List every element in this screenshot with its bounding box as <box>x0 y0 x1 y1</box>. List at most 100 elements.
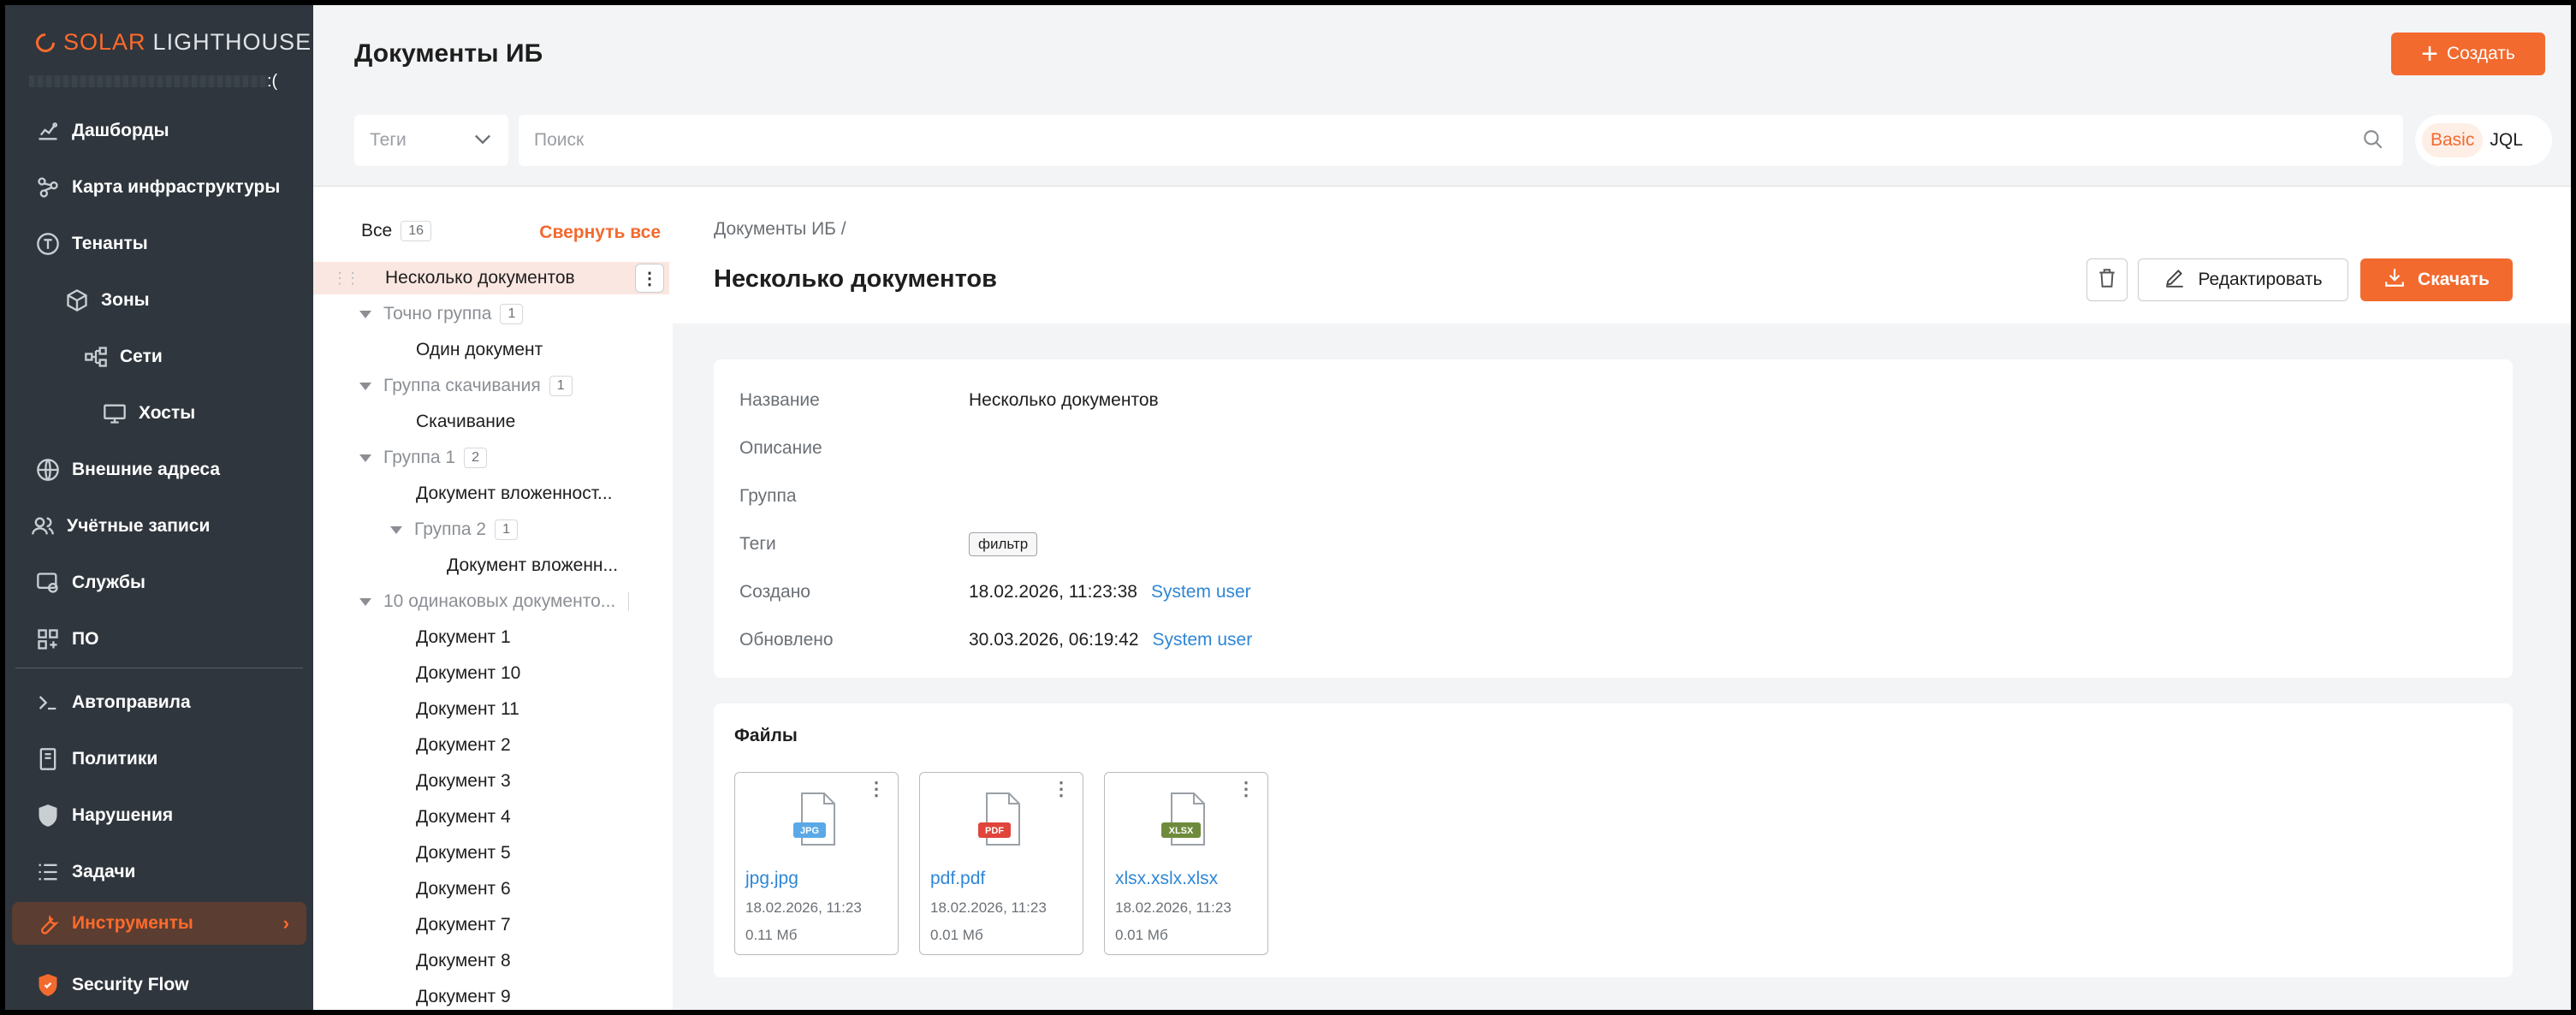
search-input[interactable]: Поиск <box>519 115 2403 166</box>
edit-button[interactable]: Редактировать <box>2138 258 2348 301</box>
sidebar-item-infra-map[interactable]: Карта инфраструктуры <box>5 166 313 209</box>
sidebar-item-networks[interactable]: Сети <box>5 335 313 378</box>
prop-value: 30.03.2026, 06:19:42 <box>969 630 1139 650</box>
caret-down-icon[interactable] <box>390 525 402 534</box>
tree-group[interactable]: Группа 2 1 <box>313 513 673 546</box>
more-icon[interactable]: ⋮ <box>867 780 886 798</box>
sidebar-item-label: Службы <box>72 573 145 592</box>
download-button[interactable]: Скачать <box>2360 258 2513 301</box>
create-button[interactable]: + Создать <box>2391 33 2545 75</box>
sidebar-item-label: Security Flow <box>72 975 189 994</box>
file-name-link[interactable]: jpg.jpg <box>745 869 798 889</box>
prop-created: Создано 18.02.2026, 11:23:38 System user <box>739 575 1251 609</box>
sidebar-item-tools[interactable]: Инструменты › <box>12 902 306 945</box>
logo-lighthouse-text: LIGHTHOUSE <box>152 29 312 55</box>
tree-item[interactable]: Документ вложенност... <box>313 478 673 510</box>
svg-text:PDF: PDF <box>985 826 1004 836</box>
mode-jql-button[interactable]: JQL <box>2483 123 2530 157</box>
tree-all[interactable]: Все 16 <box>361 221 431 241</box>
sidebar-item-tasks[interactable]: Задачи <box>5 851 313 893</box>
collapse-all-button[interactable]: Свернуть все <box>539 223 661 243</box>
tree-all-label: Все <box>361 221 393 240</box>
delete-button[interactable] <box>2086 258 2128 301</box>
caret-down-icon[interactable] <box>359 310 371 318</box>
sidebar-item-accounts[interactable]: Учётные записи <box>5 505 313 548</box>
caret-down-icon[interactable] <box>359 454 371 462</box>
tree-item[interactable]: Один документ <box>313 334 673 366</box>
svg-text:XLSX: XLSX <box>1169 826 1194 836</box>
tree-item[interactable]: Документ 11 <box>313 693 673 726</box>
tree-group[interactable]: 10 одинаковых документо... <box>313 585 673 618</box>
tree-item-label: Документ 1 <box>416 627 511 647</box>
tree-item[interactable]: Документ 10 <box>313 657 673 690</box>
sidebar-item-security-flow[interactable]: Security Flow <box>5 964 313 1006</box>
wrench-icon <box>34 910 62 937</box>
tree-item[interactable]: Документ 3 <box>313 765 673 798</box>
tree-item[interactable]: Скачивание <box>313 406 673 438</box>
tree-item[interactable]: Документ 7 <box>313 909 673 941</box>
drag-handle-icon[interactable]: ⋮⋮ <box>332 270 360 288</box>
tree-item[interactable]: Документ 6 <box>313 873 673 905</box>
file-card[interactable]: ⋮ JPG jpg.jpg 18.02.2026, 11:23 0.11 Мб <box>734 772 899 955</box>
tree-item[interactable]: Документ 9 <box>313 981 673 1010</box>
document-detail: Документы ИБ / Несколько документов Реда… <box>673 187 2571 1010</box>
created-by-link[interactable]: System user <box>1151 582 1251 602</box>
sidebar-item-external-addresses[interactable]: Внешние адреса <box>5 448 313 491</box>
tree-item-label: Несколько документов <box>385 268 575 288</box>
tree-item[interactable]: ⋮⋮ Несколько документов ⋮ <box>313 262 669 294</box>
edit-button-label: Редактировать <box>2198 270 2323 289</box>
logo[interactable]: SOLAR LIGHTHOUSE <box>32 28 312 56</box>
more-icon[interactable]: ⋮ <box>635 264 664 293</box>
mode-basic-button[interactable]: Basic <box>2422 123 2484 157</box>
tree-item-label: Документ 3 <box>416 771 511 791</box>
pencil-icon <box>2163 266 2198 294</box>
sidebar-item-dashboards[interactable]: Дашборды <box>5 110 313 152</box>
file-name-link[interactable]: pdf.pdf <box>930 869 985 889</box>
tree-item[interactable]: Документ 5 <box>313 837 673 870</box>
sidebar-item-hosts[interactable]: Хосты <box>5 392 313 435</box>
xlsx-file-icon: XLSX <box>1161 792 1205 846</box>
sidebar-item-tenants[interactable]: Тенанты <box>5 223 313 265</box>
tree-item[interactable]: Документ 2 <box>313 729 673 762</box>
tags-select[interactable]: Теги <box>354 115 508 166</box>
file-card[interactable]: ⋮ XLSX xlsx.xslx.xlsx 18.02.2026, 11:23 … <box>1104 772 1268 955</box>
caret-down-icon[interactable] <box>359 382 371 390</box>
prop-label: Название <box>739 390 820 410</box>
network-icon <box>82 343 110 371</box>
tree-item[interactable]: Документ 8 <box>313 945 673 977</box>
tree-group[interactable]: Точно группа 1 <box>313 298 673 330</box>
more-icon[interactable]: ⋮ <box>1052 780 1071 798</box>
updated-by-link[interactable]: System user <box>1153 630 1253 650</box>
tag-chip[interactable]: фильтр <box>969 532 1038 556</box>
caret-down-icon[interactable] <box>359 597 371 606</box>
sidebar-item-zones[interactable]: Зоны <box>5 279 313 322</box>
more-icon[interactable]: ⋮ <box>1237 780 1255 798</box>
header: Документы ИБ + Создать Теги Поиск Basic … <box>313 5 2571 187</box>
sidebar-item-label: Автоправила <box>72 692 191 712</box>
search-icon[interactable] <box>2362 128 2384 156</box>
file-size: 0.11 Мб <box>745 927 798 943</box>
tree-group[interactable]: Группа скачивания 1 <box>313 370 673 402</box>
sidebar-item-label: Хосты <box>139 403 196 423</box>
file-card[interactable]: ⋮ PDF pdf.pdf 18.02.2026, 11:23 0.01 Мб <box>919 772 1083 955</box>
sidebar-item-services[interactable]: Службы <box>5 561 313 604</box>
sidebar-item-software[interactable]: ПО <box>5 618 313 661</box>
tree-group-label: 10 одинаковых документо... <box>383 591 616 611</box>
file-name-link[interactable]: xlsx.xslx.xlsx <box>1115 869 1218 889</box>
file-date: 18.02.2026, 11:23 <box>745 899 862 916</box>
tree-item[interactable]: Документ 4 <box>313 801 673 834</box>
files-title: Файлы <box>734 726 798 745</box>
breadcrumb[interactable]: Документы ИБ / <box>714 219 846 240</box>
sidebar-item-policies[interactable]: Политики <box>5 738 313 781</box>
sidebar-item-label: Сети <box>120 347 163 366</box>
sidebar-item-violations[interactable]: Нарушения <box>5 794 313 837</box>
tree-item[interactable]: Документ 1 <box>313 621 673 654</box>
prop-label: Теги <box>739 534 776 554</box>
prop-tags: Теги фильтр <box>739 527 1038 561</box>
sidebar-item-autorules[interactable]: Автоправила <box>5 681 313 724</box>
tree-group[interactable]: Группа 1 2 <box>313 442 673 474</box>
tree-item-label: Документ вложенност... <box>416 484 613 503</box>
tree-item[interactable]: Документ вложенн... <box>313 549 673 582</box>
prop-label: Создано <box>739 582 810 602</box>
sidebar-item-label: Дашборды <box>72 121 169 140</box>
